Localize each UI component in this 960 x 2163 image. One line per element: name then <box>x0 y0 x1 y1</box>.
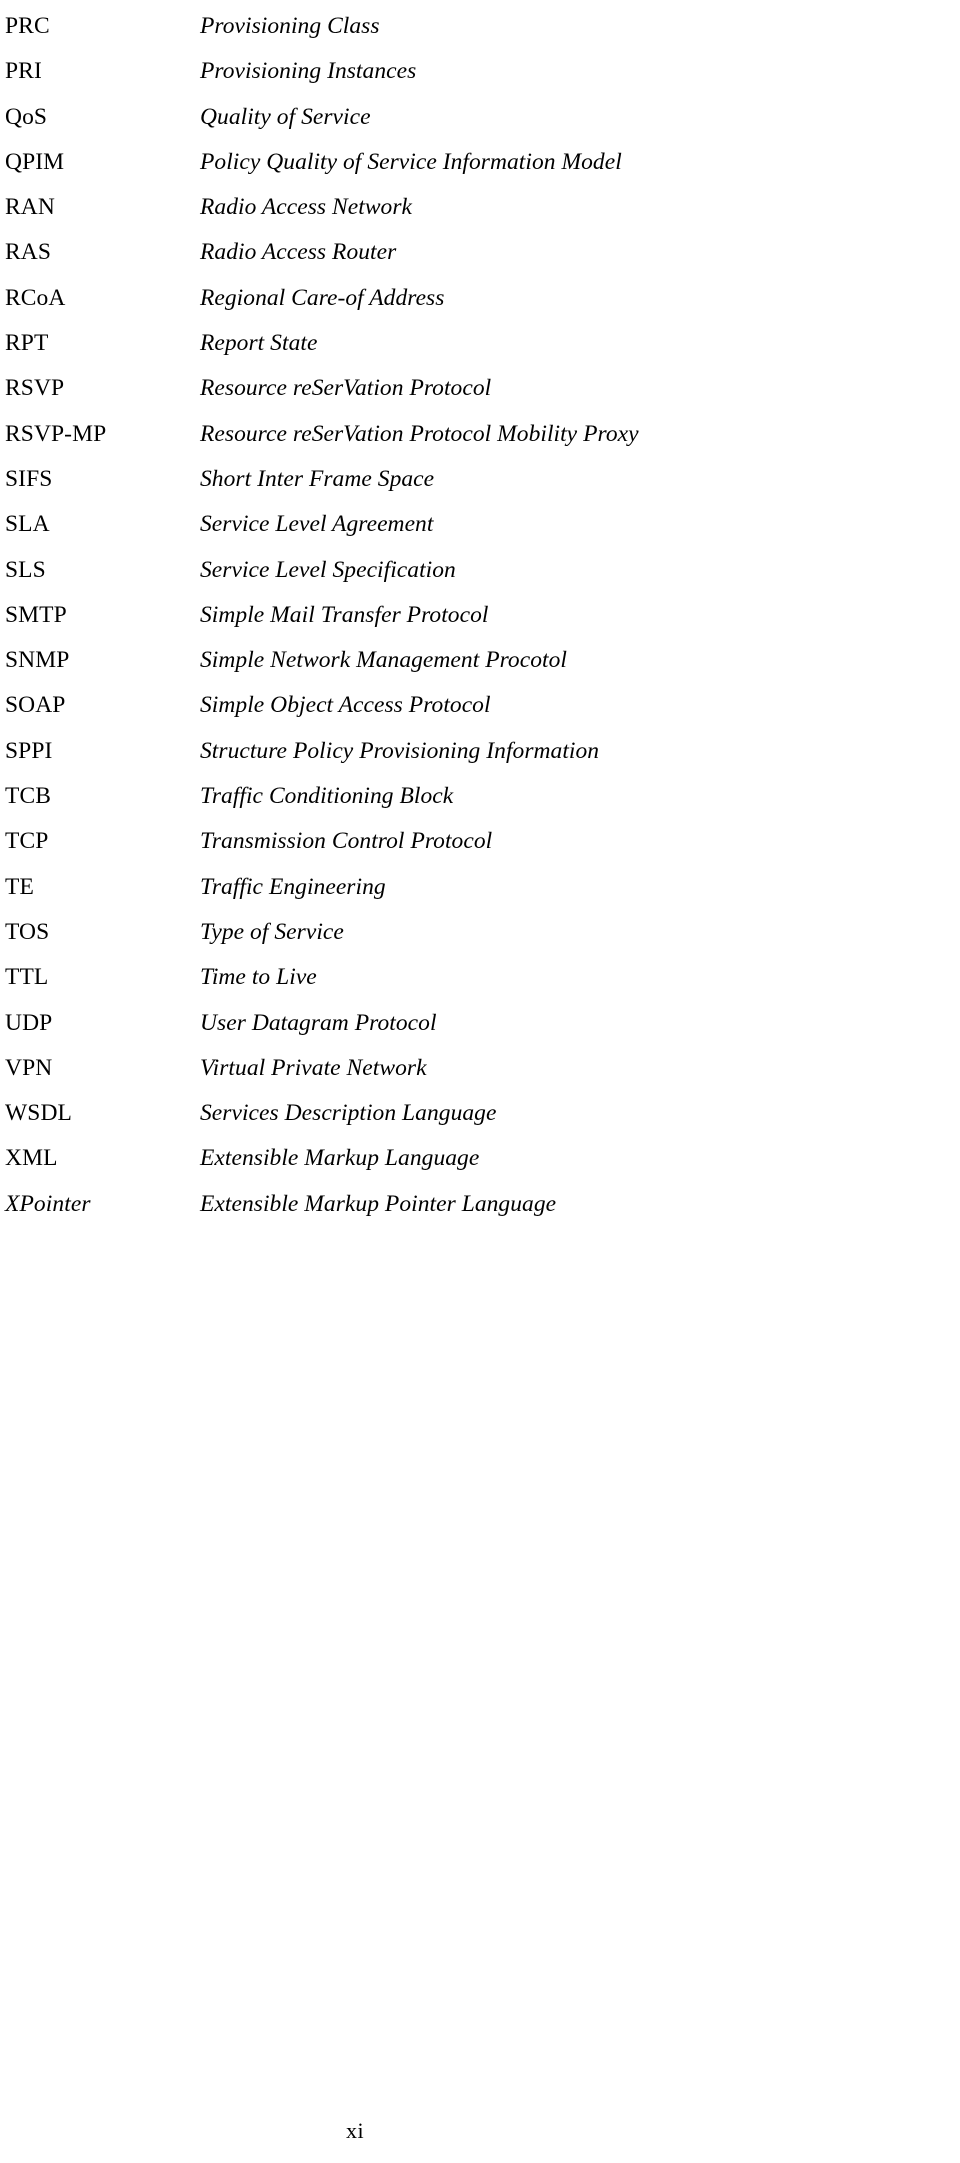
abbreviation-term: RPT <box>5 330 49 357</box>
abbreviation-definition: Extensible Markup Pointer Language <box>200 1190 557 1217</box>
glossary-row: SNMP Simple Network Management Procotol <box>0 638 960 683</box>
glossary-row: SLA Service Level Agreement <box>0 502 960 547</box>
abbreviation-definition: Service Level Agreement <box>200 511 434 538</box>
abbreviation-term: SNMP <box>5 647 70 674</box>
glossary-row: WSDL Services Description Language <box>0 1091 960 1136</box>
document-page: PRC Provisioning Class PRI Provisioning Ins… <box>0 0 960 2163</box>
abbreviation-term: RAS <box>5 239 52 266</box>
abbreviation-term: PRC <box>5 13 50 39</box>
abbreviation-term: XPointer <box>5 1190 91 1217</box>
glossary-row: TCP Transmission Control Protocol <box>0 819 960 864</box>
abbreviation-definition: Traffic Conditioning Block <box>200 783 454 810</box>
abbreviation-definition: Simple Network Management Procotol <box>200 647 567 674</box>
abbreviation-definition: Provisioning Instances <box>200 58 417 85</box>
glossary-row: RPT Report State <box>0 321 960 366</box>
abbreviation-term: RSVP-MP <box>5 420 107 447</box>
abbreviation-definition: Radio Access Network <box>200 194 413 221</box>
abbreviation-definition: Resource reSerVation Protocol <box>200 375 492 402</box>
abbreviation-definition: Traffic Engineering <box>200 873 386 900</box>
glossary-row: TCB Traffic Conditioning Block <box>0 774 960 819</box>
abbreviation-term: RCoA <box>5 284 66 311</box>
abbreviation-term: WSDL <box>5 1100 72 1127</box>
abbreviation-definition: Type of Service <box>200 918 344 945</box>
abbreviation-term: QoS <box>5 103 48 130</box>
abbreviation-term: SPPI <box>5 737 53 764</box>
abbreviation-term: TOS <box>5 918 50 945</box>
abbreviation-definition: Regional Care-of Address <box>200 284 445 311</box>
abbreviation-definition: User Datagram Protocol <box>200 1009 437 1036</box>
glossary-row: PRI Provisioning Instances <box>0 49 960 94</box>
abbreviation-definition: Provisioning Class <box>200 13 380 39</box>
abbreviation-definition: Time to Live <box>200 964 317 991</box>
abbreviation-term: SLS <box>5 556 46 583</box>
abbreviation-definition: Radio Access Router <box>200 239 397 266</box>
glossary-row: TOS Type of Service <box>0 910 960 955</box>
glossary-row: PRC Provisioning Class <box>0 4 960 49</box>
abbreviation-term: VPN <box>5 1054 53 1081</box>
abbreviation-term: SOAP <box>5 692 66 719</box>
abbreviation-definition: Service Level Specification <box>200 556 456 583</box>
glossary-row: RCoA Regional Care-of Address <box>0 276 960 321</box>
glossary-row: SMTP Simple Mail Transfer Protocol <box>0 593 960 638</box>
abbreviation-definition: Policy Quality of Service Information Mo… <box>200 148 622 175</box>
abbreviation-definition: Services Description Language <box>200 1100 497 1127</box>
abbreviation-term: SMTP <box>5 601 67 628</box>
glossary-row: SIFS Short Inter Frame Space <box>0 457 960 502</box>
glossary-row: SPPI Structure Policy Provisioning Inform… <box>0 729 960 774</box>
abbreviation-definition: Transmission Control Protocol <box>200 828 493 855</box>
abbreviation-definition: Structure Policy Provisioning Informatio… <box>200 737 600 764</box>
glossary-row: QoS Quality of Service <box>0 95 960 140</box>
abbreviations-list: PRC Provisioning Class PRI Provisioning Ins… <box>0 0 960 1227</box>
glossary-row: SLS Service Level Specification <box>0 548 960 593</box>
glossary-row: TE Traffic Engineering <box>0 865 960 910</box>
abbreviation-term: RSVP <box>5 375 65 402</box>
abbreviation-definition: Quality of Service <box>200 103 371 130</box>
glossary-row: SOAP Simple Object Access Protocol <box>0 683 960 728</box>
glossary-row: UDP User Datagram Protocol <box>0 1001 960 1046</box>
glossary-row: RSVP-MP Resource reSerVation Protocol Mob… <box>0 412 960 457</box>
glossary-row: RAS Radio Access Router <box>0 230 960 275</box>
glossary-row: QPIM Policy Quality of Service Informatio… <box>0 140 960 185</box>
abbreviation-term: XML <box>5 1145 58 1172</box>
abbreviation-term: TE <box>5 873 34 900</box>
abbreviation-term: UDP <box>5 1009 53 1036</box>
abbreviation-term: TCB <box>5 783 52 810</box>
abbreviation-term: SIFS <box>5 465 53 492</box>
glossary-row: RSVP Resource reSerVation Protocol <box>0 366 960 411</box>
glossary-row: VPN Virtual Private Network <box>0 1046 960 1091</box>
glossary-row: XPointer Extensible Markup Pointer Langua… <box>0 1182 960 1227</box>
abbreviation-definition: Resource reSerVation Protocol Mobility P… <box>200 420 639 447</box>
glossary-row: TTL Time to Live <box>0 955 960 1000</box>
abbreviation-term: SLA <box>5 511 50 538</box>
glossary-row: RAN Radio Access Network <box>0 185 960 230</box>
abbreviation-definition: Virtual Private Network <box>200 1054 427 1081</box>
abbreviation-term: QPIM <box>5 148 65 175</box>
abbreviation-definition: Report State <box>200 330 318 357</box>
glossary-row: XML Extensible Markup Language <box>0 1136 960 1181</box>
abbreviation-definition: Simple Object Access Protocol <box>200 692 491 719</box>
abbreviation-term: PRI <box>5 58 42 85</box>
abbreviation-term: TTL <box>5 964 49 991</box>
abbreviation-term: RAN <box>5 194 55 221</box>
abbreviation-term: TCP <box>5 828 49 855</box>
abbreviation-definition: Short Inter Frame Space <box>200 465 435 492</box>
abbreviation-definition: Extensible Markup Language <box>200 1145 480 1172</box>
abbreviation-definition: Simple Mail Transfer Protocol <box>200 601 489 628</box>
page-folio: xi <box>345 2118 365 2143</box>
